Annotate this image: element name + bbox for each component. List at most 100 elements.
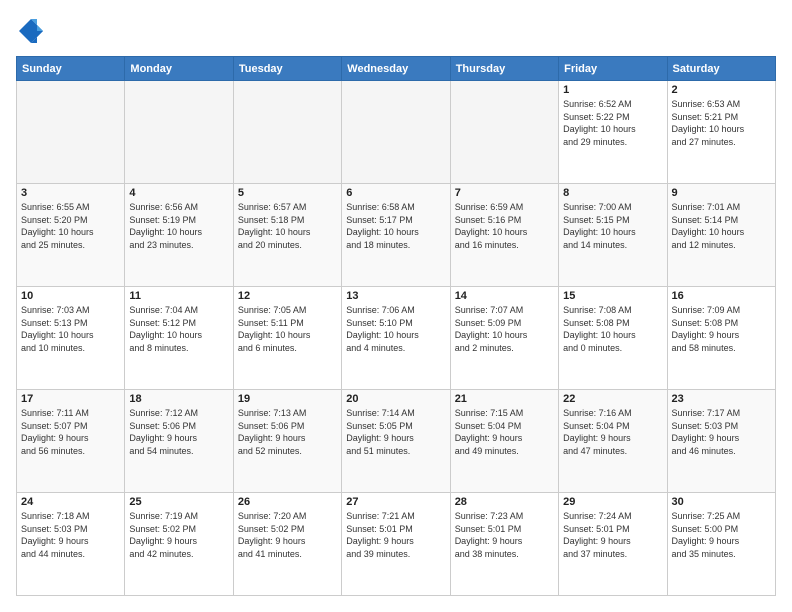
- day-info: Sunrise: 7:06 AM Sunset: 5:10 PM Dayligh…: [346, 304, 445, 354]
- calendar-cell: 11 Sunrise: 7:04 AM Sunset: 5:12 PM Dayli…: [125, 287, 233, 390]
- calendar-cell: 5 Sunrise: 6:57 AM Sunset: 5:18 PM Daylig…: [233, 184, 341, 287]
- calendar-cell: 23 Sunrise: 7:17 AM Sunset: 5:03 PM Dayli…: [667, 390, 775, 493]
- day-number: 23: [672, 393, 771, 405]
- header: [16, 16, 776, 46]
- day-number: 7: [455, 187, 554, 199]
- day-info: Sunrise: 7:20 AM Sunset: 5:02 PM Dayligh…: [238, 510, 337, 560]
- weekday-header-saturday: Saturday: [667, 57, 775, 81]
- day-number: 19: [238, 393, 337, 405]
- day-number: 26: [238, 496, 337, 508]
- calendar-cell: 18Sunrise: 7:12 AM Sunset: 5:06 PM Dayli…: [125, 390, 233, 493]
- day-number: 24: [21, 496, 120, 508]
- day-number: 10: [21, 290, 120, 302]
- day-number: 13: [346, 290, 445, 302]
- day-info: Sunrise: 7:04 AM Sunset: 5:12 PM Dayligh…: [129, 304, 228, 354]
- calendar-cell: 4 Sunrise: 6:56 AM Sunset: 5:19 PM Daylig…: [125, 184, 233, 287]
- calendar-cell: 22 Sunrise: 7:16 AM Sunset: 5:04 PM Dayli…: [559, 390, 667, 493]
- calendar-cell: 28 Sunrise: 7:23 AM Sunset: 5:01 PM Dayli…: [450, 493, 558, 596]
- day-number: 27: [346, 496, 445, 508]
- day-info: Sunrise: 7:21 AM Sunset: 5:01 PM Dayligh…: [346, 510, 445, 560]
- day-number: 4: [129, 187, 228, 199]
- logo-icon: [16, 16, 46, 46]
- week-row-5: 24 Sunrise: 7:18 AM Sunset: 5:03 PM Dayli…: [17, 493, 776, 596]
- day-info: Sunrise: 6:56 AM Sunset: 5:19 PM Dayligh…: [129, 201, 228, 251]
- calendar-cell: [450, 81, 558, 184]
- day-info: Sunrise: 7:19 AM Sunset: 5:02 PM Dayligh…: [129, 510, 228, 560]
- calendar-cell: 13 Sunrise: 7:06 AM Sunset: 5:10 PM Dayli…: [342, 287, 450, 390]
- calendar-cell: 9 Sunrise: 7:01 AM Sunset: 5:14 PM Daylig…: [667, 184, 775, 287]
- calendar-cell: [342, 81, 450, 184]
- calendar-cell: 19Sunrise: 7:13 AM Sunset: 5:06 PM Dayli…: [233, 390, 341, 493]
- day-number: 8: [563, 187, 662, 199]
- day-info: Sunrise: 6:55 AM Sunset: 5:20 PM Dayligh…: [21, 201, 120, 251]
- day-info: Sunrise: 7:14 AM Sunset: 5:05 PM Dayligh…: [346, 407, 445, 457]
- calendar-cell: 26 Sunrise: 7:20 AM Sunset: 5:02 PM Dayli…: [233, 493, 341, 596]
- calendar-cell: 8 Sunrise: 7:00 AM Sunset: 5:15 PM Daylig…: [559, 184, 667, 287]
- weekday-header-thursday: Thursday: [450, 57, 558, 81]
- calendar-cell: 17 Sunrise: 7:11 AM Sunset: 5:07 PM Dayli…: [17, 390, 125, 493]
- day-number: 28: [455, 496, 554, 508]
- day-info: Sunrise: 7:05 AM Sunset: 5:11 PM Dayligh…: [238, 304, 337, 354]
- day-info: Sunrise: 7:01 AM Sunset: 5:14 PM Dayligh…: [672, 201, 771, 251]
- day-info: Sunrise: 7:25 AM Sunset: 5:00 PM Dayligh…: [672, 510, 771, 560]
- day-info: Sunrise: 7:12 AM Sunset: 5:06 PM Dayligh…: [129, 407, 228, 457]
- calendar-cell: 27 Sunrise: 7:21 AM Sunset: 5:01 PM Dayli…: [342, 493, 450, 596]
- day-info: Sunrise: 6:58 AM Sunset: 5:17 PM Dayligh…: [346, 201, 445, 251]
- week-row-4: 17 Sunrise: 7:11 AM Sunset: 5:07 PM Dayli…: [17, 390, 776, 493]
- day-number: 2: [672, 84, 771, 96]
- logo: [16, 16, 50, 46]
- day-number: 14: [455, 290, 554, 302]
- calendar-cell: 21 Sunrise: 7:15 AM Sunset: 5:04 PM Dayli…: [450, 390, 558, 493]
- day-info: Sunrise: 7:23 AM Sunset: 5:01 PM Dayligh…: [455, 510, 554, 560]
- day-info: Sunrise: 7:00 AM Sunset: 5:15 PM Dayligh…: [563, 201, 662, 251]
- day-info: Sunrise: 7:08 AM Sunset: 5:08 PM Dayligh…: [563, 304, 662, 354]
- weekday-header-wednesday: Wednesday: [342, 57, 450, 81]
- day-number: 5: [238, 187, 337, 199]
- calendar-cell: [233, 81, 341, 184]
- calendar-cell: 1Sunrise: 6:52 AM Sunset: 5:22 PM Daylig…: [559, 81, 667, 184]
- day-number: 11: [129, 290, 228, 302]
- weekday-header-sunday: Sunday: [17, 57, 125, 81]
- day-info: Sunrise: 7:17 AM Sunset: 5:03 PM Dayligh…: [672, 407, 771, 457]
- page: SundayMondayTuesdayWednesdayThursdayFrid…: [0, 0, 792, 612]
- day-number: 22: [563, 393, 662, 405]
- weekday-header-friday: Friday: [559, 57, 667, 81]
- calendar-table: SundayMondayTuesdayWednesdayThursdayFrid…: [16, 56, 776, 596]
- day-number: 12: [238, 290, 337, 302]
- day-info: Sunrise: 6:53 AM Sunset: 5:21 PM Dayligh…: [672, 98, 771, 148]
- calendar-cell: 29Sunrise: 7:24 AM Sunset: 5:01 PM Dayli…: [559, 493, 667, 596]
- day-info: Sunrise: 7:18 AM Sunset: 5:03 PM Dayligh…: [21, 510, 120, 560]
- day-info: Sunrise: 7:15 AM Sunset: 5:04 PM Dayligh…: [455, 407, 554, 457]
- day-number: 25: [129, 496, 228, 508]
- day-number: 20: [346, 393, 445, 405]
- weekday-header-monday: Monday: [125, 57, 233, 81]
- day-info: Sunrise: 6:52 AM Sunset: 5:22 PM Dayligh…: [563, 98, 662, 148]
- calendar-cell: 7 Sunrise: 6:59 AM Sunset: 5:16 PM Daylig…: [450, 184, 558, 287]
- calendar-cell: 12 Sunrise: 7:05 AM Sunset: 5:11 PM Dayli…: [233, 287, 341, 390]
- day-info: Sunrise: 7:09 AM Sunset: 5:08 PM Dayligh…: [672, 304, 771, 354]
- weekday-header-tuesday: Tuesday: [233, 57, 341, 81]
- calendar-cell: [125, 81, 233, 184]
- calendar-cell: 20 Sunrise: 7:14 AM Sunset: 5:05 PM Dayli…: [342, 390, 450, 493]
- day-info: Sunrise: 7:11 AM Sunset: 5:07 PM Dayligh…: [21, 407, 120, 457]
- day-number: 17: [21, 393, 120, 405]
- calendar-cell: 30 Sunrise: 7:25 AM Sunset: 5:00 PM Dayli…: [667, 493, 775, 596]
- calendar-cell: 14 Sunrise: 7:07 AM Sunset: 5:09 PM Dayli…: [450, 287, 558, 390]
- day-number: 30: [672, 496, 771, 508]
- day-number: 21: [455, 393, 554, 405]
- calendar-cell: 6 Sunrise: 6:58 AM Sunset: 5:17 PM Daylig…: [342, 184, 450, 287]
- day-info: Sunrise: 7:16 AM Sunset: 5:04 PM Dayligh…: [563, 407, 662, 457]
- day-info: Sunrise: 6:57 AM Sunset: 5:18 PM Dayligh…: [238, 201, 337, 251]
- day-number: 6: [346, 187, 445, 199]
- day-info: Sunrise: 7:03 AM Sunset: 5:13 PM Dayligh…: [21, 304, 120, 354]
- calendar-cell: 24 Sunrise: 7:18 AM Sunset: 5:03 PM Dayli…: [17, 493, 125, 596]
- weekday-header-row: SundayMondayTuesdayWednesdayThursdayFrid…: [17, 57, 776, 81]
- day-number: 16: [672, 290, 771, 302]
- calendar-cell: 16 Sunrise: 7:09 AM Sunset: 5:08 PM Dayli…: [667, 287, 775, 390]
- day-info: Sunrise: 6:59 AM Sunset: 5:16 PM Dayligh…: [455, 201, 554, 251]
- week-row-1: 1Sunrise: 6:52 AM Sunset: 5:22 PM Daylig…: [17, 81, 776, 184]
- day-number: 29: [563, 496, 662, 508]
- day-info: Sunrise: 7:07 AM Sunset: 5:09 PM Dayligh…: [455, 304, 554, 354]
- day-number: 9: [672, 187, 771, 199]
- calendar-cell: 2 Sunrise: 6:53 AM Sunset: 5:21 PM Daylig…: [667, 81, 775, 184]
